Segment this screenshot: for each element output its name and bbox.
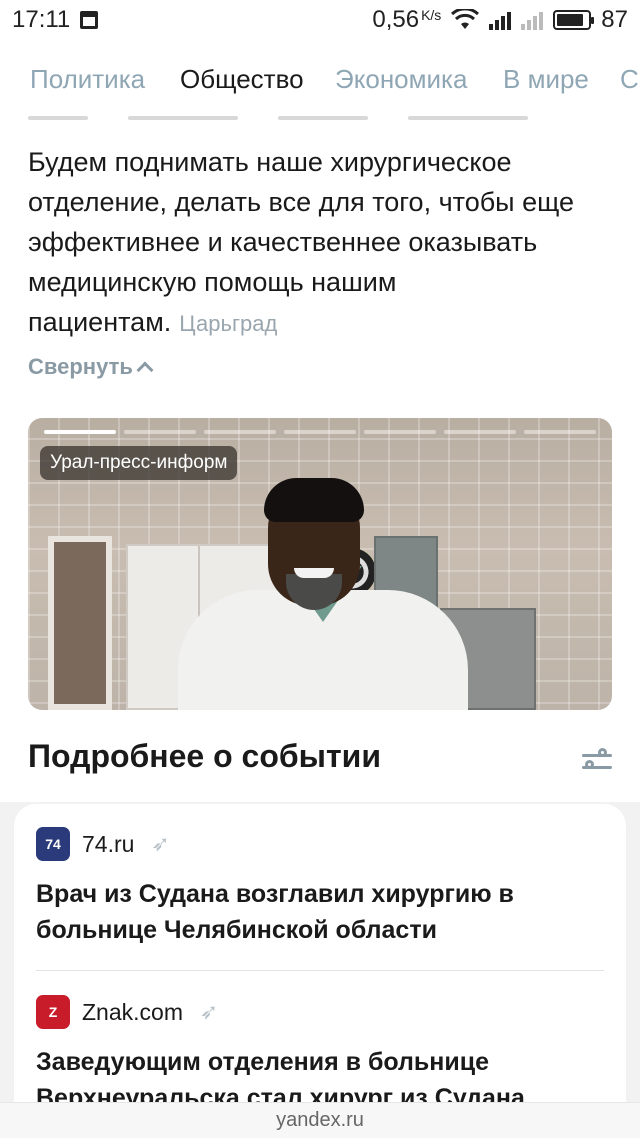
doctor-smile: [294, 568, 334, 578]
filter-sliders-icon[interactable]: [582, 746, 612, 776]
signal-icon: [489, 10, 512, 30]
status-time: 17:11: [12, 6, 71, 33]
tab-world[interactable]: В мире: [503, 64, 589, 95]
quote-text: Будем поднимать наше хирургическое отдел…: [28, 147, 575, 337]
tab-economy[interactable]: Экономика: [335, 64, 467, 95]
tab-next[interactable]: С: [620, 64, 639, 95]
news-list: 74 74.ru ➶ Врач из Судана возглавил хиру…: [14, 804, 626, 1138]
story-progress-segment: [124, 430, 196, 434]
faded-previous-text: [28, 106, 608, 120]
quote-source[interactable]: Царьград: [179, 311, 277, 336]
source-logo: 74: [36, 827, 70, 861]
doorway: [48, 536, 112, 710]
status-bar: 17:11 0,56 K/s 87: [0, 0, 640, 40]
battery-percent: 87: [601, 6, 628, 33]
calendar-icon: [80, 11, 99, 29]
news-headline[interactable]: Врач из Судана возглавил хирургию в боль…: [36, 876, 606, 948]
browser-url-bar[interactable]: yandex.ru: [0, 1102, 640, 1138]
rocket-icon: ➶: [151, 831, 170, 856]
status-right: 0,56 K/s 87: [372, 6, 628, 34]
story-progress-segment: [444, 430, 516, 434]
news-item[interactable]: 74 74.ru ➶ Врач из Судана возглавил хиру…: [36, 824, 606, 948]
network-speed-value: 0,56: [372, 6, 420, 33]
url-text: yandex.ru: [276, 1109, 364, 1131]
battery-icon: [553, 10, 595, 30]
story-media[interactable]: Урал-пресс-информ: [28, 418, 612, 710]
section-title: Подробнее о событии: [28, 738, 381, 774]
chevron-up-icon: [136, 361, 154, 379]
media-source-badge[interactable]: Урал-пресс-информ: [40, 446, 238, 480]
news-source-row: Z Znak.com ➶: [36, 992, 606, 1032]
page: 17:11 0,56 K/s 87 Политика Общество Экон…: [0, 0, 640, 1138]
story-progress-segment: [204, 430, 276, 434]
tab-society[interactable]: Общество: [180, 64, 304, 95]
story-progress-segment: [284, 430, 356, 434]
doctor-photo: [178, 478, 468, 710]
news-source-row: 74 74.ru ➶: [36, 824, 606, 864]
news-item[interactable]: Z Znak.com ➶ Заведующим отделения в боль…: [36, 992, 606, 1116]
news-divider: [36, 970, 604, 971]
doctor-hair: [264, 478, 364, 522]
story-progress: [44, 430, 596, 434]
source-logo: Z: [36, 995, 70, 1029]
rocket-icon: ➶: [199, 999, 219, 1024]
network-speed: 0,56 K/s: [372, 6, 441, 34]
battery-level: [557, 14, 584, 26]
story-progress-segment: [44, 430, 116, 434]
story-progress-segment: [524, 430, 596, 434]
source-name[interactable]: 74.ru: [82, 831, 134, 858]
quote-block: Будем поднимать наше хирургическое отдел…: [28, 142, 618, 344]
tab-politics[interactable]: Политика: [30, 64, 145, 95]
network-speed-unit: K/s: [421, 7, 442, 23]
story-progress-segment: [364, 430, 436, 434]
collapse-label: Свернуть: [28, 354, 133, 379]
wifi-icon: [451, 9, 480, 29]
source-name[interactable]: Znak.com: [82, 999, 183, 1026]
category-tabs: Политика Общество Экономика В мире С: [0, 56, 640, 102]
signal-icon-secondary: [521, 10, 544, 30]
collapse-button[interactable]: Свернуть: [28, 354, 154, 380]
